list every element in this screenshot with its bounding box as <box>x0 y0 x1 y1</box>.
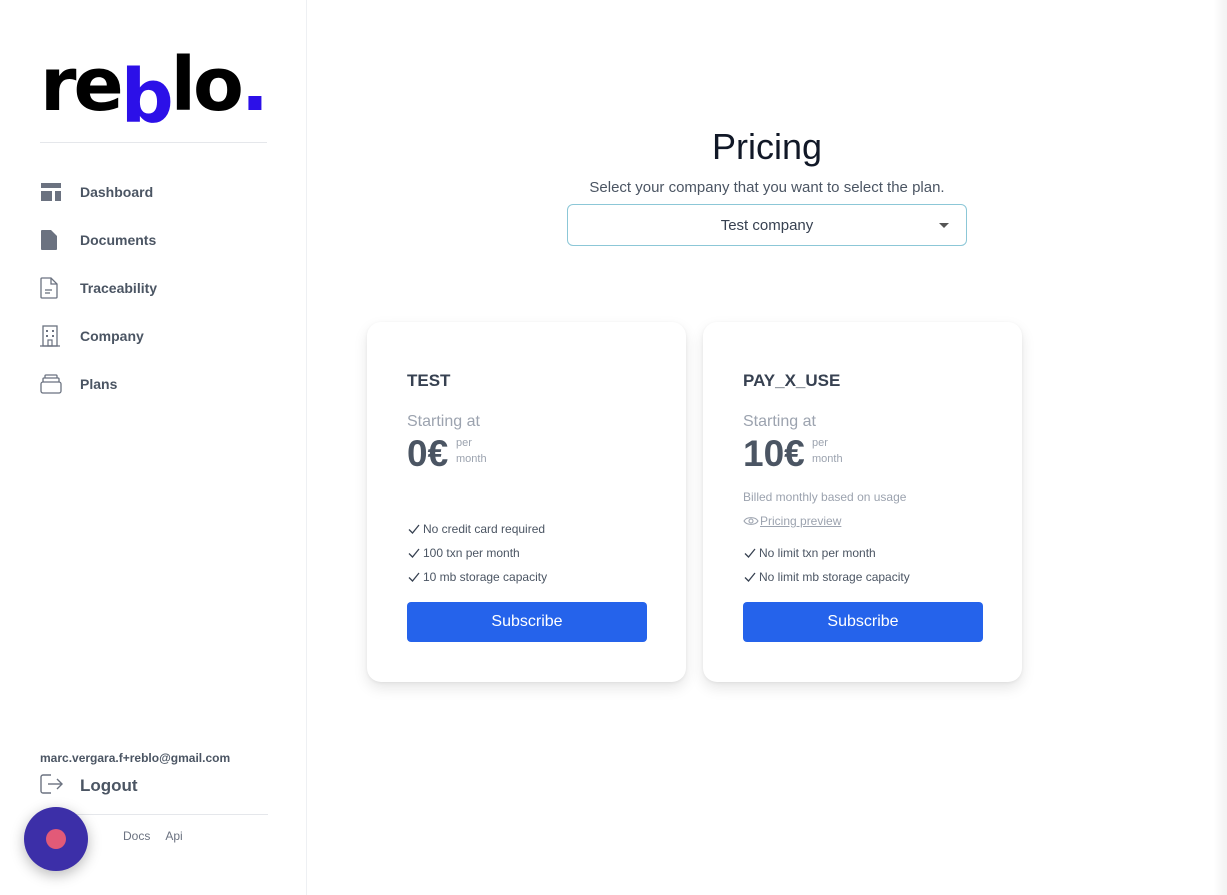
company-select[interactable]: Test company <box>567 204 967 246</box>
sidebar-item-company[interactable]: Company <box>40 312 270 360</box>
sidebar-item-plans[interactable]: Plans <box>40 360 270 408</box>
check-icon <box>408 524 420 534</box>
sidebar-item-traceability[interactable]: Traceability <box>40 264 270 312</box>
plan-feature: No limit mb storage capacity <box>743 570 910 584</box>
check-icon <box>408 548 420 558</box>
chat-widget-button[interactable] <box>24 807 88 871</box>
check-icon <box>408 572 420 582</box>
sidebar-item-dashboard[interactable]: Dashboard <box>40 168 270 216</box>
footer-links: Docs Api <box>123 829 198 843</box>
sidebar-item-documents[interactable]: Documents <box>40 216 270 264</box>
sidebar-item-label: Traceability <box>80 280 158 296</box>
sidebar-nav: Dashboard Documents Traceability Company… <box>40 168 270 408</box>
subscribe-button[interactable]: Subscribe <box>407 602 647 642</box>
api-link[interactable]: Api <box>165 829 182 843</box>
plan-billing-note: Billed monthly based on usage <box>743 490 907 504</box>
sidebar-item-label: Company <box>80 328 144 344</box>
plan-feature: No credit card required <box>407 522 545 536</box>
pricing-preview-link[interactable]: Pricing preview <box>743 514 841 528</box>
reblo-logo[interactable]: reblo. <box>40 40 280 140</box>
sidebar-item-label: Plans <box>80 376 118 392</box>
plan-card-pay-x-use: PAY_X_USE Starting at 10€ per month Bille… <box>703 322 1022 682</box>
company-select-value: Test company <box>720 216 814 234</box>
file-lines-icon <box>40 275 66 301</box>
dashboard-icon <box>40 179 66 205</box>
eye-icon <box>743 517 759 525</box>
plan-feature: 100 txn per month <box>407 546 520 560</box>
plan-name: TEST <box>407 371 451 390</box>
logout-button[interactable]: Logout <box>40 772 138 800</box>
check-icon <box>744 548 756 558</box>
caret-down-icon <box>939 223 949 228</box>
plan-price: 0€ <box>407 433 449 474</box>
plan-period: per month <box>456 437 487 465</box>
right-edge-shadow <box>1213 0 1227 895</box>
logout-label: Logout <box>80 776 138 795</box>
plan-starting-label: Starting at <box>743 413 816 430</box>
user-email: marc.vergara.f+reblo@gmail.com <box>40 751 231 765</box>
docs-link[interactable]: Docs <box>123 829 150 843</box>
document-icon <box>40 227 66 253</box>
subscribe-button[interactable]: Subscribe <box>743 602 983 642</box>
check-icon <box>744 572 756 582</box>
plan-period: per month <box>812 437 843 465</box>
plan-price: 10€ <box>743 433 805 474</box>
page-title: Pricing <box>711 126 823 167</box>
sidebar-item-label: Documents <box>80 232 157 248</box>
chat-icon <box>46 829 66 849</box>
building-icon <box>40 323 66 349</box>
plan-feature: 10 mb storage capacity <box>407 570 547 584</box>
plan-feature: No limit txn per month <box>743 546 876 560</box>
plan-starting-label: Starting at <box>407 413 480 430</box>
page-subtitle: Select your company that you want to sel… <box>589 179 945 196</box>
plan-name: PAY_X_USE <box>743 371 841 390</box>
stack-icon <box>40 371 66 397</box>
plan-card-test: TEST Starting at 0€ per month No credit c… <box>367 322 686 682</box>
logo-divider <box>40 142 267 143</box>
logout-icon <box>40 773 64 799</box>
sidebar: reblo. Dashboard Documents Traceability … <box>0 0 307 895</box>
sidebar-item-label: Dashboard <box>80 184 154 200</box>
